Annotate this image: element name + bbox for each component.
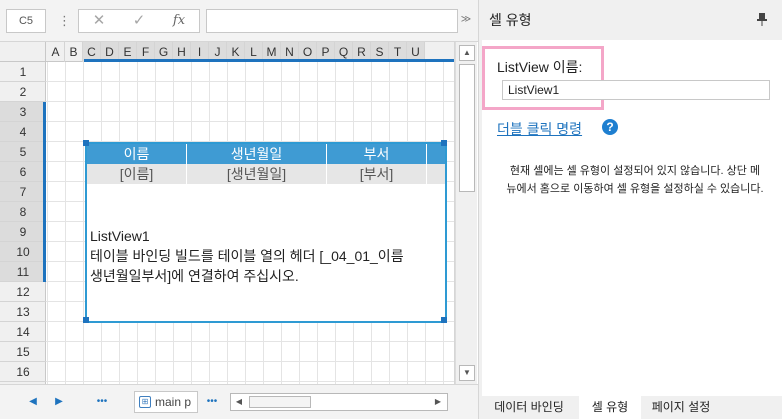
confirm-icon[interactable]: ✓ <box>119 10 159 32</box>
double-click-command-link[interactable]: 더블 클릭 명령 <box>497 119 582 139</box>
info-text: 현재 셀에는 셀 유형이 설정되어 있지 않습니다. 상단 메뉴에서 홈으로 이… <box>506 165 764 195</box>
binding-birthdate: [생년월일] <box>187 164 327 184</box>
listview-header: 이름 생년월일 부서 <box>87 144 445 164</box>
column-header-a[interactable]: A <box>47 42 65 62</box>
next-sheet-icon[interactable]: ▶ <box>52 393 66 411</box>
row-header-1[interactable]: 1 <box>0 62 46 82</box>
more-options-icon[interactable]: ⋮ <box>58 11 71 31</box>
resize-handle[interactable] <box>83 140 89 146</box>
listview-name-input[interactable] <box>502 80 770 100</box>
row-header-3[interactable]: 3 <box>0 102 46 122</box>
row-header-10[interactable]: 10 <box>0 242 46 262</box>
listview-message-line2: 테이블 바인딩 빌드를 테이블 열의 헤더 [_04_01_이름 <box>90 248 404 264</box>
binding-name: [이름] <box>87 164 187 184</box>
highlight-box <box>482 46 604 110</box>
row-header-12[interactable]: 12 <box>0 282 46 302</box>
listview-name-label: ListView 이름: <box>497 59 583 75</box>
help-icon[interactable]: ? <box>602 119 618 135</box>
more-sheets-icon[interactable]: ••• <box>90 393 114 411</box>
listview-header-department: 부서 <box>327 144 427 164</box>
scroll-right-icon[interactable]: ▶ <box>431 395 445 409</box>
formula-buttons: ✕ ✓ fx <box>78 9 200 33</box>
panel-body: ListView 이름: 더블 클릭 명령 ? 현재 셀에는 셀 유형이 설정되… <box>482 40 782 396</box>
tab-cell-type[interactable]: 셀 유형 <box>579 396 641 419</box>
row-header: 1 2 3 4 5 6 7 8 9 10 11 12 13 14 15 16 <box>0 62 46 384</box>
vertical-scrollbar[interactable]: ▲ ▼ <box>455 42 477 384</box>
expand-formula-icon[interactable]: ≫ <box>460 12 472 28</box>
sheet-tab-main[interactable]: ⊞ main p <box>134 391 198 413</box>
formula-bar: C5 ⋮ ✕ ✓ fx ≫ <box>0 0 478 42</box>
sheet-icon: ⊞ <box>139 396 151 408</box>
insert-function-icon[interactable]: fx <box>159 10 199 32</box>
row-header-13[interactable]: 13 <box>0 302 46 322</box>
select-all-corner[interactable] <box>0 42 46 62</box>
row-header-15[interactable]: 15 <box>0 342 46 362</box>
listview-message: ListView1 테이블 바인딩 빌드를 테이블 열의 헤더 [_04_01_… <box>90 226 448 286</box>
column-header: ABCDEFGHIJKLMNOPQRSTU <box>46 42 454 62</box>
cell-type-panel: 셀 유형 ListView 이름: 더블 클릭 명령 ? 현재 셀에는 셀 유형… <box>478 0 782 419</box>
row-header-11[interactable]: 11 <box>0 262 46 282</box>
listview-binding-row: [이름] [생년월일] [부서] <box>87 164 445 184</box>
name-box[interactable]: C5 <box>6 9 46 33</box>
tab-page-settings[interactable]: 페이지 설정 <box>641 396 721 419</box>
panel-tabs: 데이터 바인딩 셀 유형 페이지 설정 <box>479 396 782 419</box>
row-header-16[interactable]: 16 <box>0 362 46 382</box>
listview-control[interactable]: 이름 생년월일 부서 [이름] [생년월일] [부서] ListView1 테이… <box>83 140 448 323</box>
resize-handle[interactable] <box>441 317 447 323</box>
prev-sheet-icon[interactable]: ◀ <box>26 393 40 411</box>
row-header-5[interactable]: 5 <box>0 142 46 162</box>
scroll-down-icon[interactable]: ▼ <box>459 365 475 381</box>
resize-handle[interactable] <box>83 317 89 323</box>
resize-handle[interactable] <box>441 140 447 146</box>
binding-department: [부서] <box>327 164 427 184</box>
row-header-2[interactable]: 2 <box>0 82 46 102</box>
tab-data-binding[interactable]: 데이터 바인딩 <box>479 396 579 419</box>
row-header-4[interactable]: 4 <box>0 122 46 142</box>
row-header-8[interactable]: 8 <box>0 202 46 222</box>
formula-input[interactable] <box>206 9 458 33</box>
row-header-9[interactable]: 9 <box>0 222 46 242</box>
listview-message-line3: 생년월일부서]에 연결하여 주십시오. <box>90 268 299 284</box>
row-header-7[interactable]: 7 <box>0 182 46 202</box>
spreadsheet-grid: ABCDEFGHIJKLMNOPQRSTU 1 2 3 4 5 6 7 8 9 10 11 12 13 1… <box>0 42 455 384</box>
scroll-left-icon[interactable]: ◀ <box>232 395 246 409</box>
listview-header-birthdate: 생년월일 <box>187 144 327 164</box>
row-header-14[interactable]: 14 <box>0 322 46 342</box>
panel-title: 셀 유형 <box>489 12 532 28</box>
row-header-6[interactable]: 6 <box>0 162 46 182</box>
cancel-icon[interactable]: ✕ <box>79 10 119 32</box>
sheet-options-icon[interactable]: ••• <box>200 393 224 411</box>
pin-icon[interactable] <box>755 12 769 26</box>
column-header-b[interactable]: B <box>65 42 83 62</box>
horizontal-scrollbar[interactable]: ◀ ▶ <box>230 393 448 411</box>
scroll-up-icon[interactable]: ▲ <box>459 45 475 61</box>
listview-header-name: 이름 <box>87 144 187 164</box>
listview-message-line1: ListView1 <box>90 228 150 244</box>
horizontal-scroll-thumb[interactable] <box>249 396 311 408</box>
sheet-bar: ◀ ▶ ••• ⊞ main p ••• ◀ ▶ <box>0 384 478 419</box>
sheet-tab-label: main p <box>155 395 192 409</box>
vertical-scroll-thumb[interactable] <box>459 64 475 192</box>
